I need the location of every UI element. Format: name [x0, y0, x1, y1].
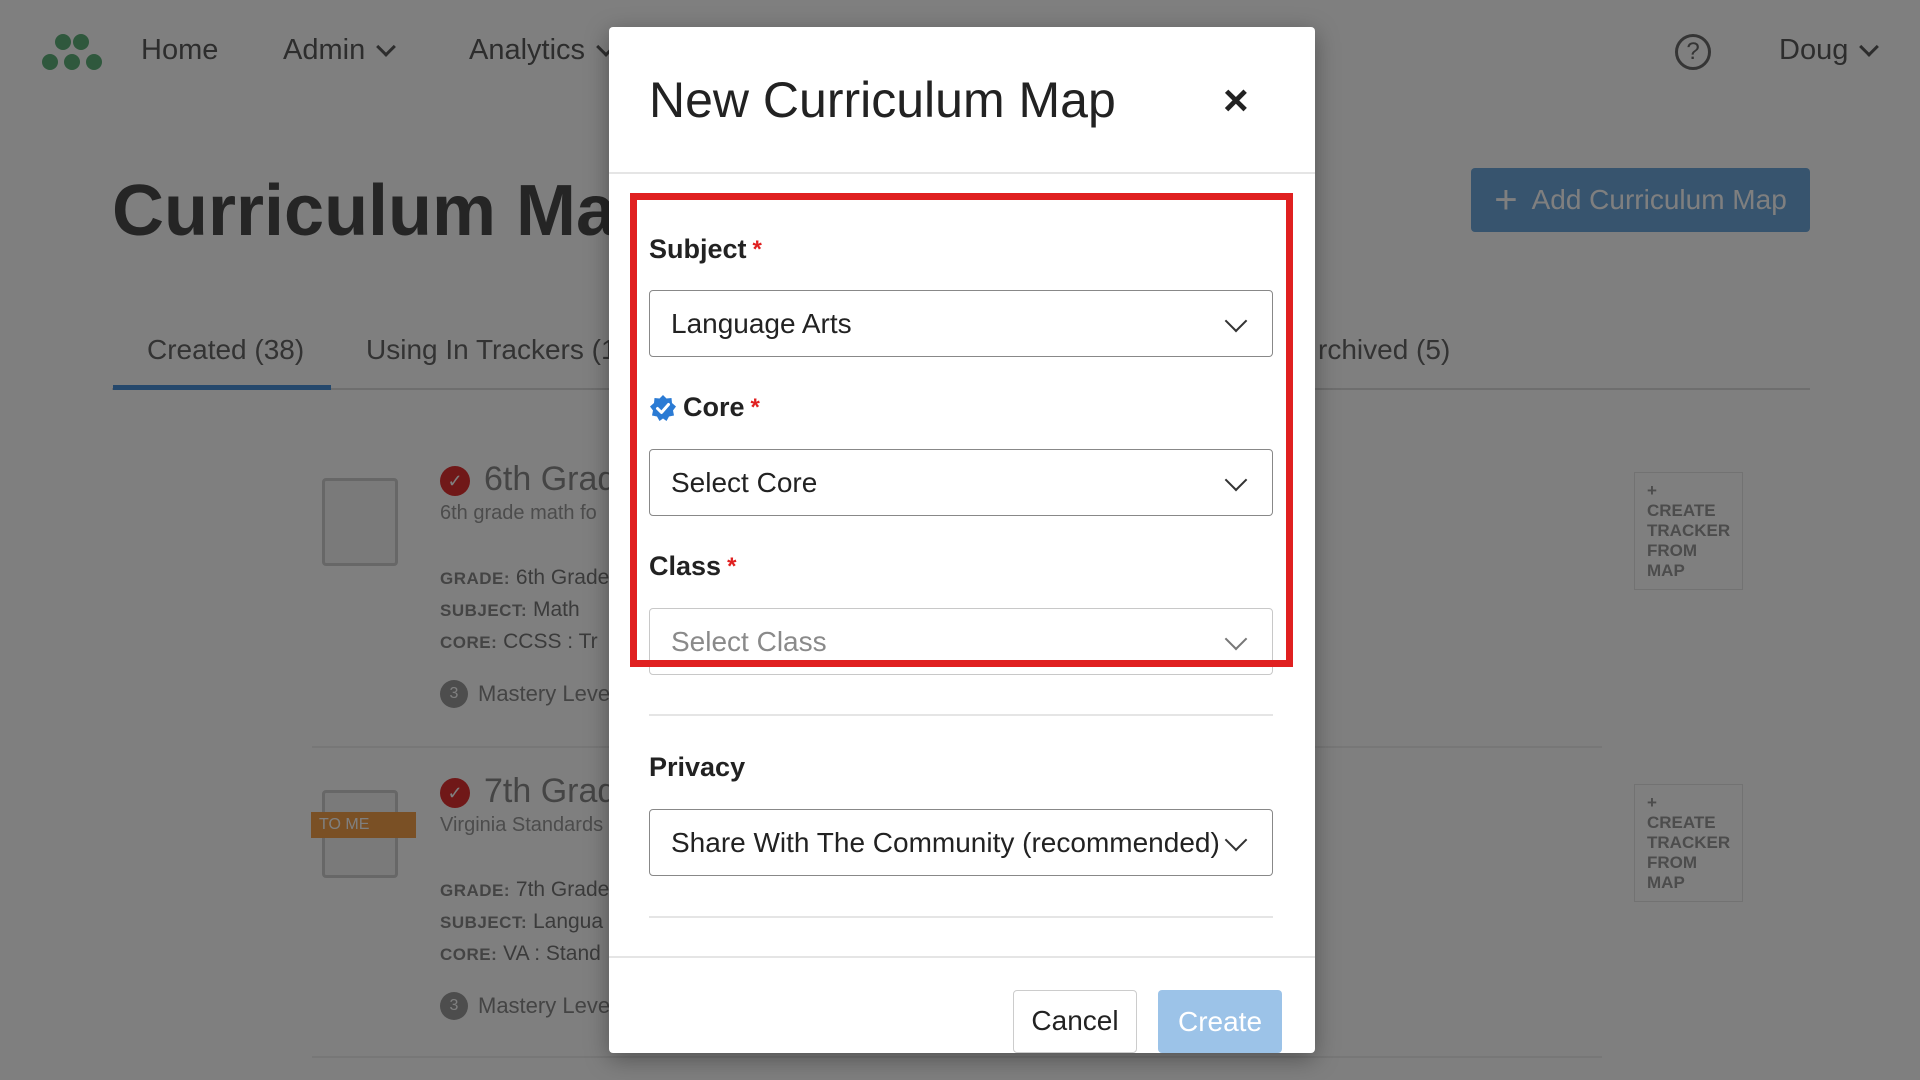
subject-select-value: Language Arts: [671, 307, 852, 339]
close-icon[interactable]: ×: [1223, 79, 1249, 123]
core-label: Core *: [649, 392, 760, 423]
class-label: Class *: [649, 551, 736, 582]
privacy-label: Privacy: [649, 752, 745, 783]
privacy-label-text: Privacy: [649, 752, 746, 782]
modal-footer: Cancel Create: [609, 956, 1315, 1053]
privacy-select-value: Share With The Community (recommended): [671, 826, 1220, 858]
class-label-text: Class: [649, 551, 722, 581]
class-select[interactable]: Select Class: [649, 608, 1273, 675]
subject-select[interactable]: Language Arts: [649, 290, 1273, 357]
new-curriculum-map-dialog: New Curriculum Map × Subject * Language …: [609, 27, 1315, 1053]
modal-title: New Curriculum Map: [649, 72, 1116, 128]
modal-header: New Curriculum Map ×: [609, 27, 1315, 174]
section-divider: [649, 916, 1273, 918]
chevron-down-icon: [1224, 309, 1248, 333]
chevron-down-icon: [1224, 468, 1248, 492]
core-label-text: Core: [683, 392, 745, 422]
chevron-down-icon: [1224, 627, 1248, 651]
create-button[interactable]: Create: [1158, 990, 1282, 1053]
subject-label-text: Subject: [649, 234, 747, 264]
core-select-value: Select Core: [671, 466, 818, 498]
required-marker: *: [752, 235, 762, 263]
privacy-select[interactable]: Share With The Community (recommended): [649, 809, 1273, 876]
required-marker: *: [750, 393, 760, 421]
core-select[interactable]: Select Core: [649, 449, 1273, 516]
section-divider: [649, 714, 1273, 716]
required-marker: *: [727, 552, 737, 580]
cancel-button[interactable]: Cancel: [1013, 990, 1137, 1053]
class-select-placeholder: Select Class: [671, 625, 827, 657]
chevron-down-icon: [1224, 828, 1248, 852]
verified-check-icon: [650, 394, 676, 421]
subject-label: Subject *: [649, 234, 762, 265]
